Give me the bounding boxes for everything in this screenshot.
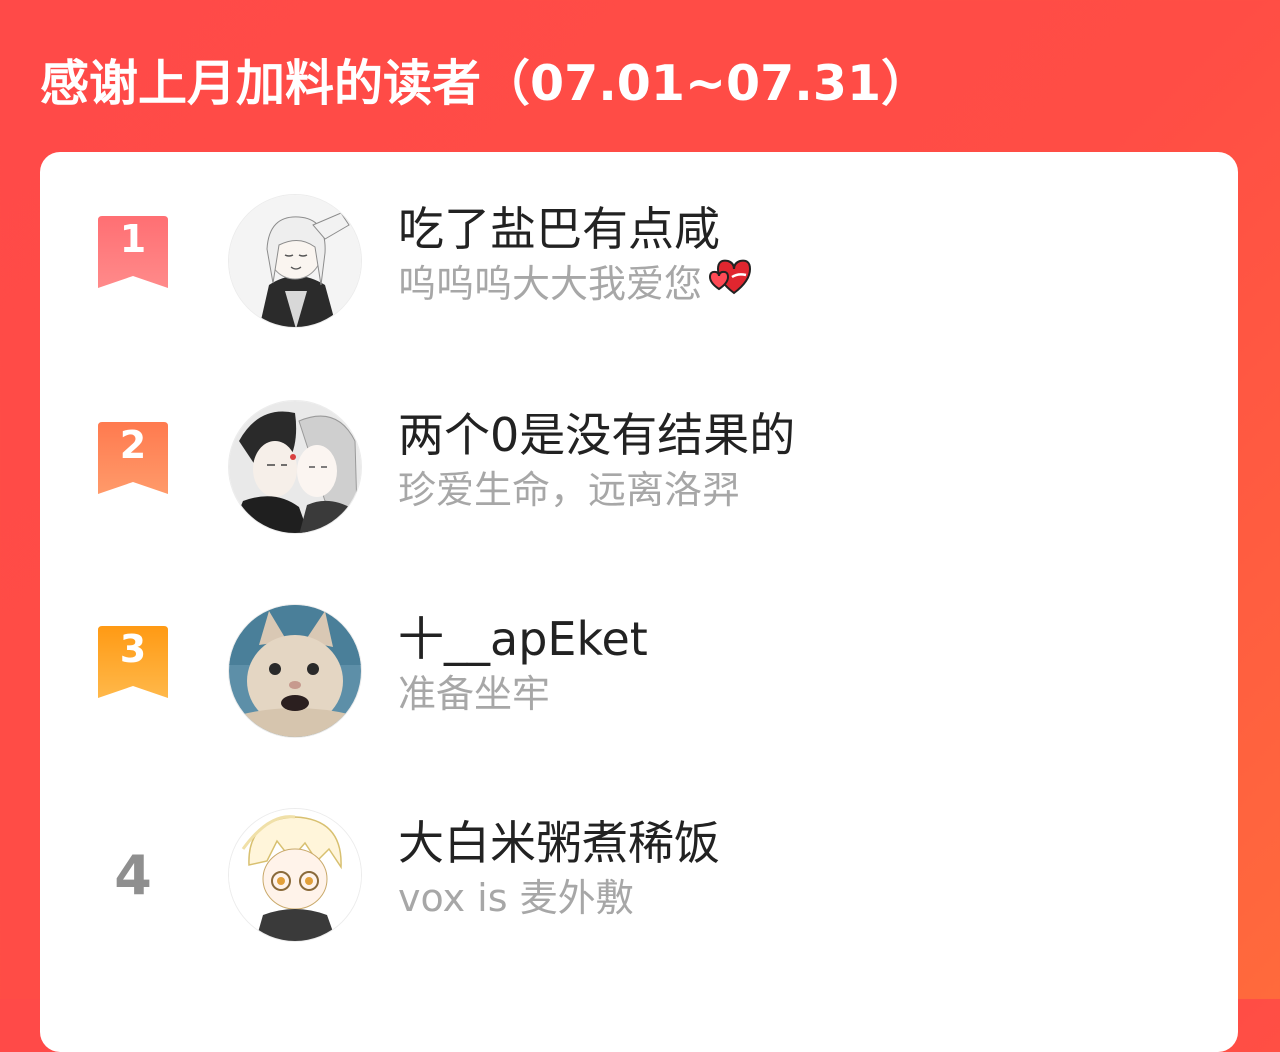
reader-row[interactable]: 1 吃了盐巴有点咸 呜呜呜大大我爱您 bbox=[40, 194, 1238, 334]
reader-ranking-card: 1 吃了盐巴有点咸 呜呜呜大大我爱您 2 两个0是没有结果的 珍爱生命，远离洛羿… bbox=[40, 152, 1238, 1052]
reader-row[interactable]: 2 两个0是没有结果的 珍爱生命，远离洛羿 bbox=[40, 400, 1238, 540]
reader-name: 两个0是没有结果的 bbox=[398, 408, 796, 462]
reader-row[interactable]: 3 十__apEket 准备坐牢 bbox=[40, 604, 1238, 744]
reader-message: 珍爱生命，远离洛羿 bbox=[398, 466, 740, 514]
reader-name: 吃了盐巴有点咸 bbox=[398, 202, 720, 256]
reader-message-text: 珍爱生命，远离洛羿 bbox=[398, 468, 741, 512]
reader-row[interactable]: 4 大白米粥煮稀饭 vox is 麦外敷 bbox=[40, 808, 1238, 948]
heart-emoji-icon bbox=[708, 257, 758, 310]
page-title: 感谢上月加料的读者（07.01~07.31） bbox=[40, 55, 931, 112]
cat-avatar-icon bbox=[229, 605, 361, 737]
reader-name: 十__apEket bbox=[398, 612, 648, 666]
rank-ribbon-badge: 1 bbox=[98, 216, 168, 288]
reader-message-text: 准备坐牢 bbox=[398, 672, 551, 716]
rank-number: 2 bbox=[119, 423, 147, 467]
anime-blonde-avatar-icon bbox=[229, 809, 361, 941]
reader-message: 准备坐牢 bbox=[398, 670, 550, 718]
rank-number: 4 bbox=[114, 844, 152, 907]
reader-message-text: 呜呜呜大大我爱您 bbox=[398, 262, 703, 306]
reader-avatar[interactable] bbox=[228, 194, 362, 328]
rank-ribbon-badge: 3 bbox=[98, 626, 168, 698]
anime-boy-avatar-icon bbox=[229, 195, 361, 327]
anime-couple-avatar-icon bbox=[229, 401, 361, 533]
rank-number: 1 bbox=[119, 217, 147, 261]
rank-number: 3 bbox=[119, 627, 147, 671]
reader-avatar[interactable] bbox=[228, 808, 362, 942]
reader-message-text: vox is 麦外敷 bbox=[398, 876, 634, 920]
rank-ribbon-badge: 2 bbox=[98, 422, 168, 494]
reader-name: 大白米粥煮稀饭 bbox=[398, 816, 720, 870]
reader-message: vox is 麦外敷 bbox=[398, 874, 634, 922]
reader-avatar[interactable] bbox=[228, 604, 362, 738]
reader-avatar[interactable] bbox=[228, 400, 362, 534]
reader-message: 呜呜呜大大我爱您 bbox=[398, 257, 758, 310]
